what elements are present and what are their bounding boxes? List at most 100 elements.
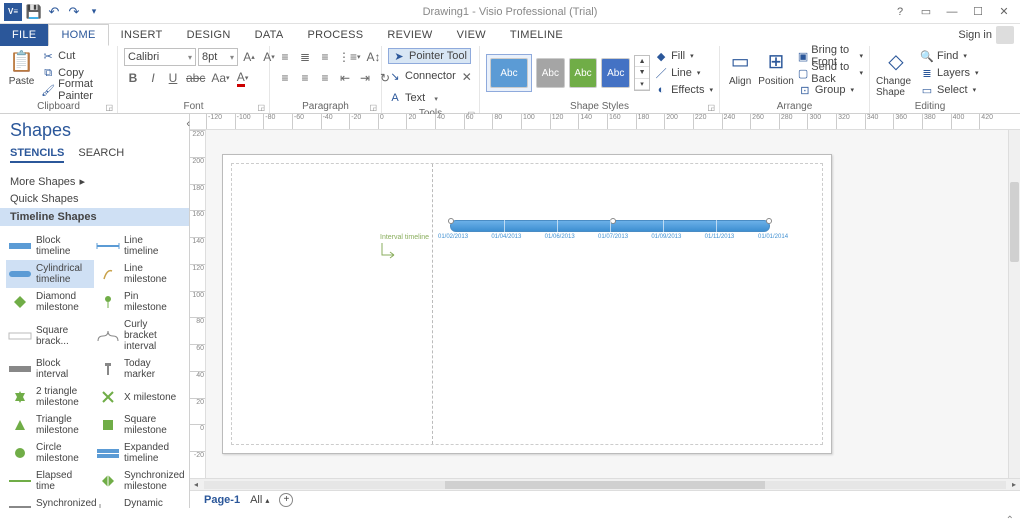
maximize-icon[interactable]: ☐ xyxy=(966,3,990,21)
bold-button[interactable]: B xyxy=(124,69,142,87)
fill-button[interactable]: ◆Fill▾ xyxy=(654,48,713,64)
quick-shapes-button[interactable]: Quick Shapes xyxy=(0,190,189,208)
shape-item[interactable]: Pin milestone xyxy=(94,288,182,316)
shape-item[interactable]: Triangle milestone xyxy=(6,411,94,439)
page-tab-all[interactable]: All ▴ xyxy=(250,494,269,506)
vscroll-thumb[interactable] xyxy=(1010,182,1019,262)
collapse-ribbon-icon[interactable]: ⌃ xyxy=(1006,515,1014,526)
increase-indent-button[interactable]: ⇥ xyxy=(356,69,374,87)
shape-item[interactable]: Block timeline xyxy=(6,232,94,260)
stencils-tab[interactable]: STENCILS xyxy=(10,147,64,163)
shape-item[interactable]: Cylindrical timeline xyxy=(6,260,94,288)
shape-styles-dialog-icon[interactable]: ◲ xyxy=(707,103,715,112)
shape-item[interactable]: Synchronized milestone xyxy=(94,467,182,495)
tab-insert[interactable]: INSERT xyxy=(109,24,175,46)
find-button[interactable]: 🔍Find▾ xyxy=(920,48,979,64)
shape-item[interactable]: Line milestone xyxy=(94,260,182,288)
shape-item[interactable]: Elapsed time xyxy=(6,467,94,495)
ribbon-options-icon[interactable]: ▭ xyxy=(914,3,938,21)
gallery-more-icon[interactable]: ▾ xyxy=(635,79,649,90)
horizontal-scrollbar[interactable]: ◂ ▸ xyxy=(190,478,1020,490)
line-button[interactable]: ／Line▾ xyxy=(654,65,713,81)
align-right-button[interactable]: ≡ xyxy=(316,69,334,87)
hscroll-thumb[interactable] xyxy=(445,481,766,489)
shape-item[interactable]: Expanded timeline xyxy=(94,439,182,467)
drawing-canvas[interactable]: Interval timeline 01/02/201301/04/201301… xyxy=(206,130,1008,478)
search-tab[interactable]: SEARCH xyxy=(78,147,124,163)
bullets-button[interactable]: ⋮≡▾ xyxy=(336,48,363,66)
gallery-down-icon[interactable]: ▼ xyxy=(635,67,649,78)
group-button[interactable]: ⊡Group▾ xyxy=(798,82,863,98)
underline-button[interactable]: U xyxy=(164,69,182,87)
timeline-end-handle[interactable] xyxy=(766,218,772,224)
change-shape-button[interactable]: ◇Change Shape xyxy=(876,48,916,98)
tab-design[interactable]: DESIGN xyxy=(175,24,243,46)
shape-item[interactable]: Line timeline xyxy=(94,232,182,260)
tab-home[interactable]: HOME xyxy=(48,24,108,46)
connector-tool-button[interactable]: ↘Connector xyxy=(388,68,456,84)
font-name-select[interactable]: Calibri▾ xyxy=(124,48,196,66)
shape-item[interactable]: X milestone xyxy=(94,383,182,411)
style-swatch-3[interactable]: Abc xyxy=(569,58,598,88)
shape-item[interactable]: Square milestone xyxy=(94,411,182,439)
help-icon[interactable]: ? xyxy=(888,3,912,21)
vertical-guide[interactable] xyxy=(432,164,433,444)
tab-file[interactable]: FILE xyxy=(0,24,48,46)
timeline-annotation[interactable]: Interval timeline xyxy=(380,234,429,261)
drawing-page[interactable]: Interval timeline 01/02/201301/04/201301… xyxy=(222,154,832,454)
align-left-button[interactable]: ≡ xyxy=(276,69,294,87)
style-swatch-2[interactable]: Abc xyxy=(536,58,565,88)
paragraph-dialog-icon[interactable]: ◲ xyxy=(369,103,377,112)
text-direction-button[interactable]: A↕ xyxy=(365,48,383,66)
save-icon[interactable]: 💾 xyxy=(26,4,42,20)
hscroll-right-icon[interactable]: ▸ xyxy=(1008,480,1020,489)
strikethrough-button[interactable]: abc xyxy=(184,69,207,87)
qat-more-icon[interactable]: ▾ xyxy=(86,4,102,20)
sign-in-link[interactable]: Sign in xyxy=(958,29,992,41)
clipboard-dialog-icon[interactable]: ◲ xyxy=(105,103,113,112)
tab-process[interactable]: PROCESS xyxy=(295,24,375,46)
undo-icon[interactable]: ↶ xyxy=(46,4,62,20)
page-tab-1[interactable]: Page-1 xyxy=(204,494,240,506)
gallery-up-icon[interactable]: ▲ xyxy=(635,56,649,67)
tab-data[interactable]: DATA xyxy=(243,24,296,46)
cylindrical-timeline-shape[interactable] xyxy=(450,220,770,232)
layers-button[interactable]: ≣Layers▾ xyxy=(920,65,979,81)
shape-item[interactable]: Curly bracket interval xyxy=(94,316,182,355)
grow-font-button[interactable]: A▴ xyxy=(240,48,258,66)
tab-view[interactable]: VIEW xyxy=(445,24,498,46)
shape-item[interactable]: 2 triangle milestone xyxy=(6,383,94,411)
style-swatch-1[interactable]: Abc xyxy=(490,58,528,88)
shape-style-gallery[interactable]: Abc xyxy=(486,54,532,92)
tab-timeline[interactable]: TIMELINE xyxy=(498,24,575,46)
align-bottom-button[interactable]: ≡ xyxy=(316,48,334,66)
decrease-indent-button[interactable]: ⇤ xyxy=(336,69,354,87)
close-icon[interactable]: ✕ xyxy=(992,3,1016,21)
shape-item[interactable]: Square brack... xyxy=(6,316,94,355)
align-middle-button[interactable]: ≣ xyxy=(296,48,314,66)
font-dialog-icon[interactable]: ◲ xyxy=(257,103,265,112)
align-top-button[interactable]: ≡ xyxy=(276,48,294,66)
cut-button[interactable]: ✂Cut xyxy=(41,48,111,64)
connector-x-button[interactable]: ✕ xyxy=(458,68,476,86)
align-button[interactable]: ▭Align xyxy=(726,48,754,87)
send-to-back-button[interactable]: ▢Send to Back▾ xyxy=(798,65,863,81)
format-painter-button[interactable]: 🖌Format Painter xyxy=(41,82,111,98)
pointer-tool-button[interactable]: ➤Pointer Tool xyxy=(388,48,471,64)
shape-item[interactable]: Dynamic Connector xyxy=(94,495,182,508)
select-button[interactable]: ▭Select▾ xyxy=(920,82,979,98)
avatar-icon[interactable] xyxy=(996,26,1014,44)
timeline-start-handle[interactable] xyxy=(448,218,454,224)
align-center-button[interactable]: ≡ xyxy=(296,69,314,87)
font-color-button[interactable]: A▾ xyxy=(234,69,252,87)
shape-item[interactable]: Diamond milestone xyxy=(6,288,94,316)
paste-button[interactable]: 📋 Paste xyxy=(6,48,37,87)
italic-button[interactable]: I xyxy=(144,69,162,87)
more-shapes-button[interactable]: More Shapes▸ xyxy=(0,169,189,190)
text-more-button[interactable]: ▾ xyxy=(427,90,445,108)
style-swatch-4[interactable]: Abc xyxy=(601,58,630,88)
redo-icon[interactable]: ↷ xyxy=(66,4,82,20)
text-tool-button[interactable]: AText xyxy=(388,90,425,106)
tab-review[interactable]: REVIEW xyxy=(375,24,444,46)
font-size-select[interactable]: 8pt▾ xyxy=(198,48,238,66)
